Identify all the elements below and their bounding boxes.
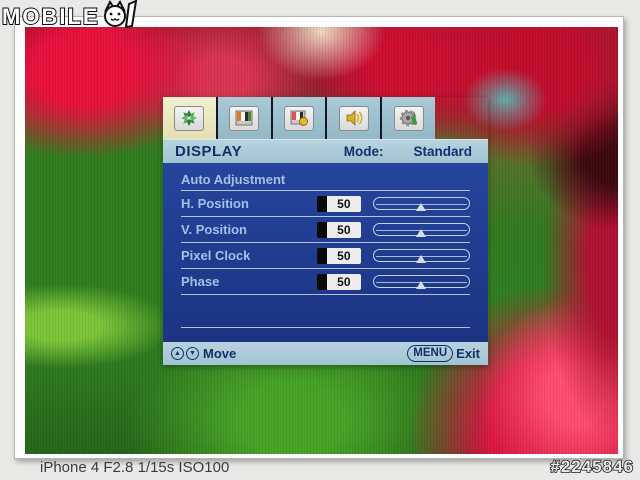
tab-color[interactable] [272, 97, 326, 139]
slider-thumb-icon[interactable] [416, 281, 427, 289]
up-arrow-icon[interactable]: ▲ [171, 347, 184, 360]
speaker-icon [338, 105, 369, 131]
menu-item-h-position[interactable]: H. Position 50 [181, 191, 471, 216]
value-box: 50 [317, 195, 361, 212]
mode-value: Standard [413, 144, 472, 159]
osd-tab-bar [163, 97, 435, 139]
menu-key-button[interactable]: MENU [407, 345, 454, 362]
menu-item-phase[interactable]: Phase 50 [181, 269, 471, 294]
exif-caption: iPhone 4 F2.8 1/15s ISO100 [40, 459, 230, 476]
menu-item-v-position[interactable]: V. Position 50 [181, 217, 471, 242]
menu-item-auto-adjustment[interactable]: Auto Adjustment [181, 168, 470, 190]
value-cap [317, 195, 328, 212]
value-number: 50 [327, 221, 361, 238]
slider-thumb-icon[interactable] [416, 203, 427, 211]
menu-item-label: H. Position [181, 196, 249, 211]
phase-slider[interactable] [372, 275, 471, 289]
down-arrow-icon[interactable]: ▼ [186, 347, 199, 360]
pixel-clock-slider[interactable] [372, 249, 471, 263]
slider-thumb-icon[interactable] [416, 229, 427, 237]
tab-audio[interactable] [327, 97, 381, 139]
color-bars-icon [229, 105, 260, 131]
menu-item-label: Auto Adjustment [181, 171, 286, 187]
value-cap [317, 273, 328, 290]
value-number: 50 [327, 195, 361, 212]
value-number: 50 [327, 273, 361, 290]
mobile01-logo: MOBILE [1, 0, 141, 33]
slider-thumb-icon[interactable] [416, 255, 427, 263]
osd-title: DISPLAY [175, 143, 243, 160]
v-position-slider[interactable] [372, 223, 471, 237]
empty-space [181, 295, 470, 327]
value-box: 50 [317, 273, 361, 290]
mobile01-logo-text: MOBILE [1, 3, 100, 30]
value-box: 50 [317, 247, 361, 264]
osd-header: DISPLAY Mode: Standard [163, 139, 488, 163]
tab-picture[interactable] [217, 97, 271, 139]
value-number: 50 [327, 247, 361, 264]
value-box: 50 [317, 221, 361, 238]
move-label: Move [203, 346, 237, 361]
menu-item-label: Phase [181, 274, 220, 289]
gear-tool-icon [393, 105, 424, 131]
value-cap [317, 221, 328, 238]
h-position-slider[interactable] [372, 197, 471, 211]
photo-id-watermark: #2245846 [550, 456, 634, 477]
osd-footer: ▲ ▼ Move MENU Exit [163, 342, 488, 365]
osd-menu-body: Auto Adjustment H. Position 50 V. Positi… [163, 163, 488, 342]
menu-item-pixel-clock[interactable]: Pixel Clock 50 [181, 243, 471, 268]
color-bars-badge-icon [283, 105, 314, 131]
mobile01-cat-icon [101, 0, 141, 33]
value-cap [317, 247, 328, 264]
tab-display[interactable] [163, 97, 216, 139]
exit-label: Exit [456, 346, 480, 361]
menu-item-label: V. Position [181, 222, 247, 237]
tab-system[interactable] [382, 97, 435, 139]
pinwheel-icon [174, 105, 205, 131]
menu-item-label: Pixel Clock [181, 248, 251, 263]
osd-panel: DISPLAY Mode: Standard Auto Adjustment H… [163, 97, 488, 365]
mode-label: Mode: [343, 144, 384, 159]
